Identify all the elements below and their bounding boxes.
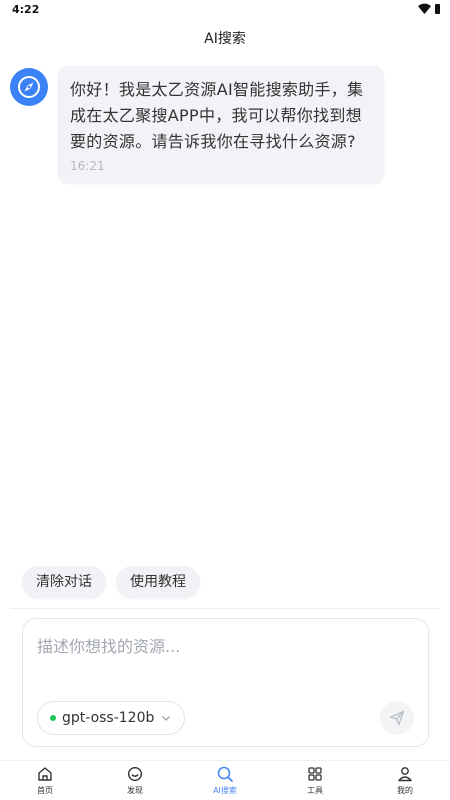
status-icons	[418, 3, 440, 14]
send-button[interactable]	[380, 701, 414, 735]
bottom-tab-bar: 首页 发现 AI搜索 工具 我的	[0, 760, 450, 800]
status-bar: 4:22	[0, 0, 450, 22]
send-icon	[389, 710, 405, 726]
status-time: 4:22	[12, 3, 40, 16]
bot-avatar	[10, 68, 48, 106]
wifi-icon	[418, 3, 431, 14]
tab-discover[interactable]: 发现	[90, 761, 180, 800]
tab-label: 我的	[397, 786, 413, 795]
clear-chat-button[interactable]: 清除对话	[22, 566, 106, 598]
composer: gpt-oss-120b	[22, 618, 429, 747]
tab-label: 发现	[127, 786, 143, 795]
battery-icon	[435, 3, 440, 14]
model-selector[interactable]: gpt-oss-120b	[37, 701, 186, 735]
model-status-dot	[50, 715, 56, 721]
tab-tools[interactable]: 工具	[270, 761, 360, 800]
tutorial-button[interactable]: 使用教程	[116, 566, 200, 598]
assistant-message: 你好！我是太乙资源AI智能搜索助手，集成在太乙聚搜APP中，我可以帮你找到想要的…	[58, 66, 384, 183]
app-header: AI搜索	[0, 22, 450, 56]
chevron-down-icon	[162, 716, 171, 721]
search-input[interactable]	[37, 637, 407, 656]
tab-label: 工具	[307, 786, 323, 795]
divider	[10, 608, 440, 609]
model-label: gpt-oss-120b	[62, 710, 155, 726]
page-title: AI搜索	[204, 31, 246, 47]
search-icon	[217, 766, 233, 782]
profile-icon	[398, 767, 412, 782]
tab-home[interactable]: 首页	[0, 761, 90, 800]
message-text: 你好！我是太乙资源AI智能搜索助手，集成在太乙聚搜APP中，我可以帮你找到想要的…	[70, 80, 364, 151]
discover-icon	[127, 766, 143, 782]
compass-icon	[18, 76, 40, 98]
message-timestamp: 16:21	[70, 159, 105, 173]
quick-actions: 清除对话 使用教程	[22, 566, 200, 598]
home-icon	[38, 767, 52, 781]
tab-profile[interactable]: 我的	[360, 761, 450, 800]
chat-area[interactable]: 你好！我是太乙资源AI智能搜索助手，集成在太乙聚搜APP中，我可以帮你找到想要的…	[0, 56, 450, 556]
tab-ai-search[interactable]: AI搜索	[180, 761, 270, 800]
tools-icon	[308, 767, 322, 781]
tab-label: 首页	[37, 786, 53, 795]
tab-label: AI搜索	[213, 786, 237, 795]
